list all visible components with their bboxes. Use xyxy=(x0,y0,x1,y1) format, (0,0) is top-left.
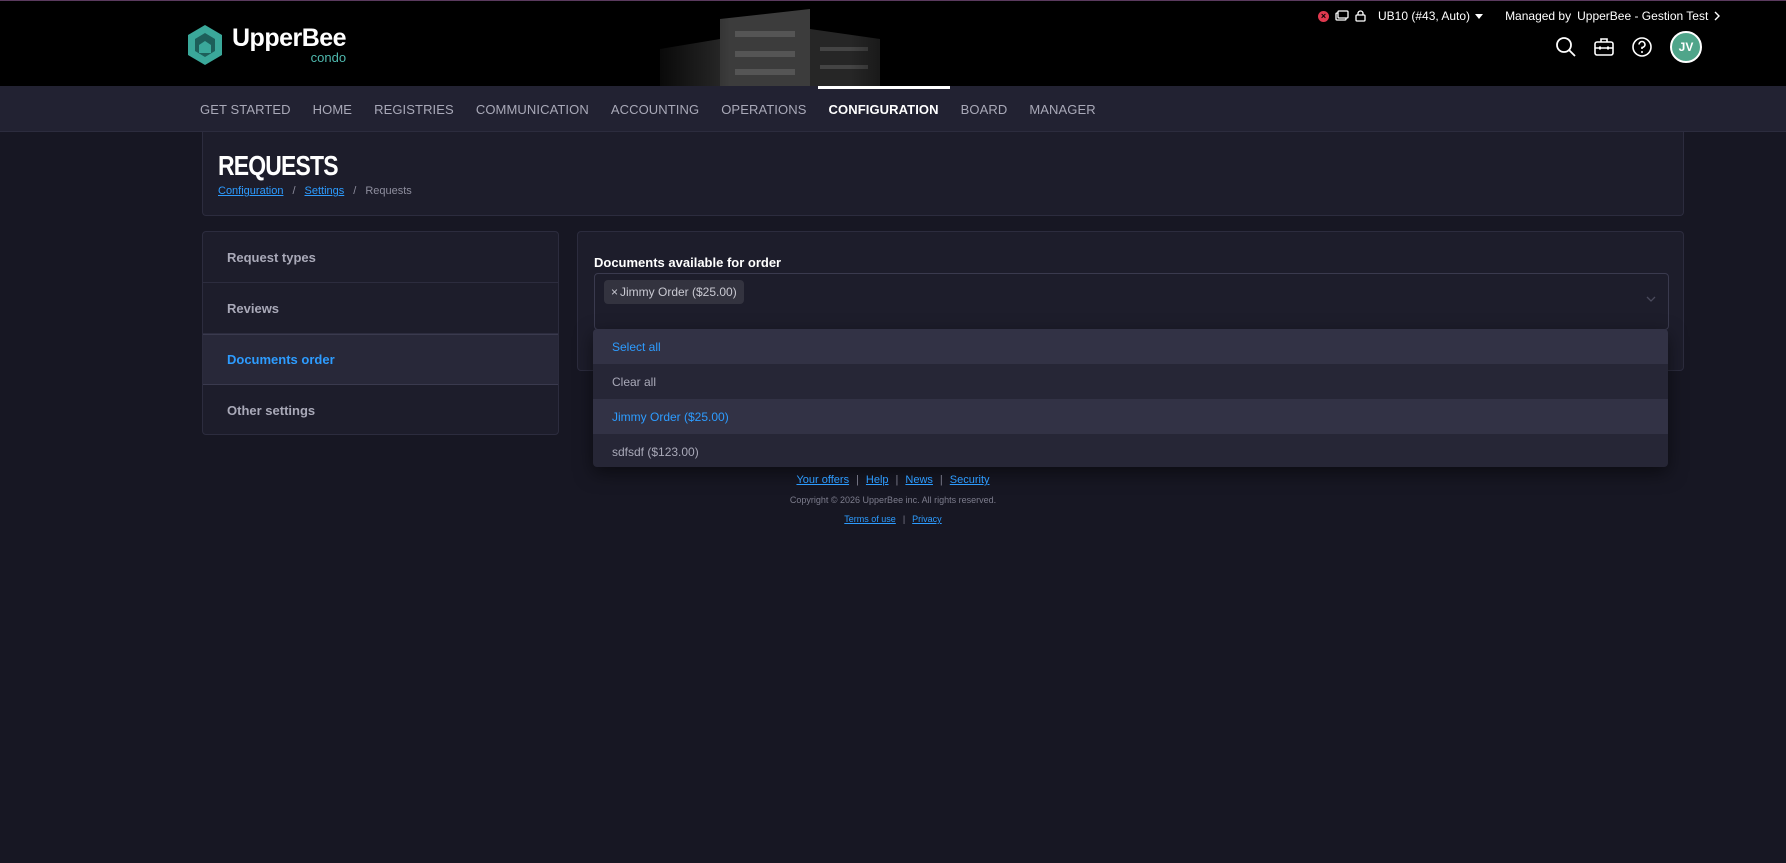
upperbee-logo[interactable]: UpperBee condo xyxy=(186,23,347,67)
footer-separator: | xyxy=(856,474,859,486)
brand-subtitle: condo xyxy=(310,50,347,65)
footer-news-link[interactable]: News xyxy=(905,474,933,486)
breadcrumb-current: Requests xyxy=(365,185,412,197)
footer-privacy-link[interactable]: Privacy xyxy=(912,514,942,524)
breadcrumb-configuration-link[interactable]: Configuration xyxy=(218,185,283,197)
side-item-other-settings[interactable]: Other settings xyxy=(203,385,558,434)
footer-separator: | xyxy=(939,474,943,486)
breadcrumb-settings-link[interactable]: Settings xyxy=(305,185,345,197)
side-item-request-types[interactable]: Request types xyxy=(203,232,558,283)
toolbox-icon[interactable] xyxy=(1592,35,1616,59)
top-header: UpperBee condo × UB10 (#43, Auto) Manage… xyxy=(0,0,1786,86)
nav-operations[interactable]: Operations xyxy=(710,86,817,132)
unit-selector[interactable]: UB10 (#43, Auto) xyxy=(1378,9,1484,23)
nav-get-started[interactable]: Get started xyxy=(189,86,302,132)
page-title: REQUESTS xyxy=(218,150,339,181)
documents-multiselect[interactable]: × Jimmy Order ($25.00) xyxy=(594,273,1669,330)
chevron-down-icon[interactable] xyxy=(1646,296,1656,302)
settings-side-menu: Request types Reviews Documents order Ot… xyxy=(202,231,559,435)
footer-separator: | xyxy=(902,514,906,524)
managed-by-label: Managed by xyxy=(1505,9,1572,23)
caret-down-icon xyxy=(1475,13,1484,19)
page-footer: Your offers | Help | News | Security Cop… xyxy=(0,474,1786,524)
dropdown-option-sdfsdf[interactable]: sdfsdf ($123.00) xyxy=(593,434,1668,467)
error-status-icon[interactable]: × xyxy=(1318,10,1329,22)
footer-copyright: Copyright © 2026 UpperBee inc. All right… xyxy=(789,495,997,505)
selected-document-chip: × Jimmy Order ($25.00) xyxy=(604,280,744,304)
top-status-bar: × UB10 (#43, Auto) Managed by UpperBee -… xyxy=(1318,7,1721,25)
building-banner-image xyxy=(640,9,940,86)
nav-communication[interactable]: Communication xyxy=(465,86,600,132)
hexagon-logo-icon xyxy=(188,25,222,65)
footer-legal-links: Terms of use | Privacy xyxy=(0,514,1786,524)
footer-help-link[interactable]: Help xyxy=(866,474,889,486)
user-avatar[interactable]: JV xyxy=(1670,31,1702,63)
remove-chip-icon[interactable]: × xyxy=(611,285,618,299)
chip-label: Jimmy Order ($25.00) xyxy=(620,285,737,299)
managed-by: Managed by UpperBee - Gestion Test xyxy=(1505,9,1721,23)
footer-terms-link[interactable]: Terms of use xyxy=(844,514,896,524)
cards-icon[interactable] xyxy=(1335,10,1349,22)
documents-available-label: Documents available for order xyxy=(594,255,782,270)
top-icons: JV xyxy=(1554,31,1702,63)
main-nav: Get started Home Registries Communicatio… xyxy=(189,86,1107,132)
documents-dropdown: Select all Clear all Jimmy Order ($25.00… xyxy=(593,329,1668,467)
nav-home[interactable]: Home xyxy=(302,86,363,132)
nav-registries[interactable]: Registries xyxy=(363,86,465,132)
page-header: REQUESTS Configuration / Settings / Requ… xyxy=(202,132,1684,216)
managed-by-org-link[interactable]: UpperBee - Gestion Test xyxy=(1577,9,1708,23)
side-item-documents-order[interactable]: Documents order xyxy=(203,334,558,385)
search-icon[interactable] xyxy=(1554,35,1578,59)
breadcrumb-separator: / xyxy=(292,185,296,197)
dropdown-select-all[interactable]: Select all xyxy=(593,329,1668,364)
nav-accounting[interactable]: Accounting xyxy=(600,86,710,132)
nav-manager[interactable]: Manager xyxy=(1018,86,1106,132)
dropdown-clear-all[interactable]: Clear all xyxy=(593,364,1668,399)
dropdown-option-jimmy-order[interactable]: Jimmy Order ($25.00) xyxy=(593,399,1668,434)
footer-separator: | xyxy=(895,474,899,486)
nav-board[interactable]: Board xyxy=(950,86,1019,132)
nav-configuration[interactable]: Configuration xyxy=(817,86,950,132)
footer-your-offers-link[interactable]: Your offers xyxy=(796,474,849,486)
footer-security-link[interactable]: Security xyxy=(950,474,990,486)
help-icon[interactable] xyxy=(1630,35,1654,59)
chevron-right-icon[interactable] xyxy=(1714,11,1721,21)
main-navbar: Get started Home Registries Communicatio… xyxy=(0,86,1786,132)
footer-links: Your offers | Help | News | Security xyxy=(0,474,1786,486)
lock-icon[interactable] xyxy=(1355,10,1366,22)
unit-selector-label: UB10 (#43, Auto) xyxy=(1378,9,1471,23)
side-item-reviews[interactable]: Reviews xyxy=(203,283,558,334)
breadcrumb-separator: / xyxy=(353,185,357,197)
breadcrumb: Configuration / Settings / Requests xyxy=(218,185,412,197)
brand-name: UpperBee xyxy=(232,24,347,52)
